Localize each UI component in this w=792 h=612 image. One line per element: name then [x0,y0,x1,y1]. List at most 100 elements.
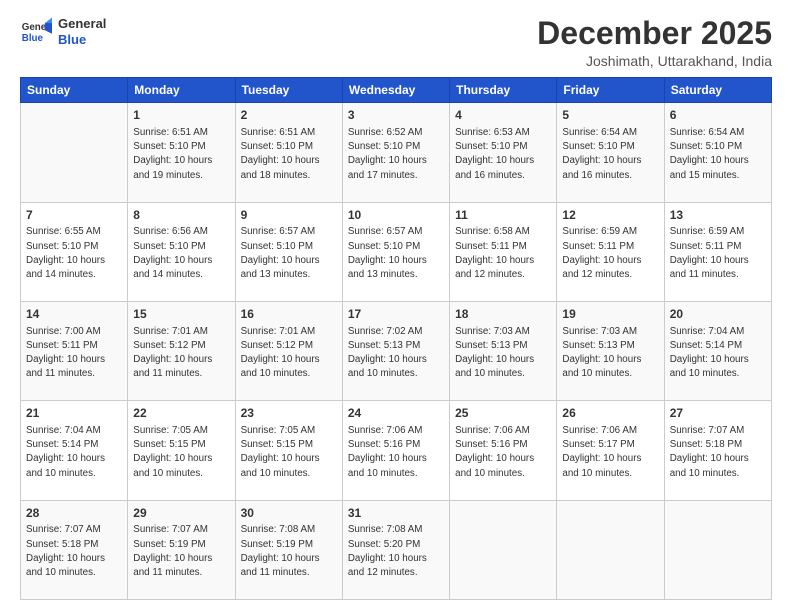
day-number: 30 [241,505,337,522]
calendar-cell: 28Sunrise: 7:07 AMSunset: 5:18 PMDayligh… [21,500,128,599]
day-info: Sunrise: 6:52 AMSunset: 5:10 PMDaylight:… [348,126,444,183]
calendar-cell [450,500,557,599]
day-number: 25 [455,405,551,422]
calendar-cell: 12Sunrise: 6:59 AMSunset: 5:11 PMDayligh… [557,202,664,301]
day-number: 12 [562,207,658,224]
day-number: 16 [241,306,337,323]
calendar-cell [21,103,128,202]
weekday-header-saturday: Saturday [664,78,771,103]
day-info: Sunrise: 7:05 AMSunset: 5:15 PMDaylight:… [133,424,229,481]
day-number: 18 [455,306,551,323]
weekday-header-tuesday: Tuesday [235,78,342,103]
calendar-cell: 14 Sunrise: 7:00 AMSunset: 5:11 PMDayligh… [21,301,128,400]
day-number: 17 [348,306,444,323]
day-info: Sunrise: 6:51 AMSunset: 5:10 PMDaylight:… [133,126,229,183]
day-number: 22 [133,405,229,422]
calendar-cell: 16 Sunrise: 7:01 AMSunset: 5:12 PMDayligh… [235,301,342,400]
calendar-row: 14 Sunrise: 7:00 AMSunset: 5:11 PMDayligh… [21,301,772,400]
day-info: Sunrise: 7:06 AMSunset: 5:17 PMDaylight:… [562,424,658,481]
day-number: 10 [348,207,444,224]
day-number: 29 [133,505,229,522]
calendar-cell: 18 Sunrise: 7:03 AMSunset: 5:13 PMDayligh… [450,301,557,400]
day-number: 26 [562,405,658,422]
day-info: Sunrise: 6:53 AMSunset: 5:10 PMDaylight:… [455,126,551,183]
day-number: 4 [455,107,551,124]
day-info: Sunrise: 7:03 AMSunset: 5:13 PMDaylight:… [455,325,551,382]
day-info: Sunrise: 6:58 AMSunset: 5:11 PMDaylight:… [455,225,551,282]
calendar-cell: 24Sunrise: 7:06 AMSunset: 5:16 PMDayligh… [342,401,449,500]
day-info: Sunrise: 7:01 AMSunset: 5:12 PMDaylight:… [241,325,337,382]
header: General Blue General Blue December 2025 … [20,16,772,69]
day-number: 14 [26,306,122,323]
day-info: Sunrise: 6:59 AMSunset: 5:11 PMDaylight:… [670,225,766,282]
calendar-cell: 2Sunrise: 6:51 AMSunset: 5:10 PMDaylight… [235,103,342,202]
calendar-cell: 21 Sunrise: 7:04 AMSunset: 5:14 PMDayligh… [21,401,128,500]
calendar-cell: 19 Sunrise: 7:03 AMSunset: 5:13 PMDayligh… [557,301,664,400]
calendar-cell: 20Sunrise: 7:04 AMSunset: 5:14 PMDayligh… [664,301,771,400]
calendar-cell: 22 Sunrise: 7:05 AMSunset: 5:15 PMDayligh… [128,401,235,500]
day-info: Sunrise: 7:07 AMSunset: 5:18 PMDaylight:… [26,523,122,580]
svg-text:Blue: Blue [22,33,44,44]
title-block: December 2025 Joshimath, Uttarakhand, In… [537,16,772,69]
day-number: 21 [26,405,122,422]
logo: General Blue General Blue [20,16,106,48]
day-info: Sunrise: 7:03 AMSunset: 5:13 PMDaylight:… [562,325,658,382]
day-number: 19 [562,306,658,323]
day-info: Sunrise: 6:54 AMSunset: 5:10 PMDaylight:… [562,126,658,183]
calendar-cell: 1 Sunrise: 6:51 AMSunset: 5:10 PMDaylight… [128,103,235,202]
calendar-cell: 26 Sunrise: 7:06 AMSunset: 5:17 PMDayligh… [557,401,664,500]
calendar-cell: 27 Sunrise: 7:07 AMSunset: 5:18 PMDayligh… [664,401,771,500]
day-info: Sunrise: 6:54 AMSunset: 5:10 PMDaylight:… [670,126,766,183]
day-info: Sunrise: 6:57 AMSunset: 5:10 PMDaylight:… [348,225,444,282]
day-number: 24 [348,405,444,422]
day-number: 1 [133,107,229,124]
day-info: Sunrise: 6:56 AMSunset: 5:10 PMDaylight:… [133,225,229,282]
day-info: Sunrise: 6:57 AMSunset: 5:10 PMDaylight:… [241,225,337,282]
calendar-cell [557,500,664,599]
weekday-header-wednesday: Wednesday [342,78,449,103]
day-number: 28 [26,505,122,522]
main-title: December 2025 [537,16,772,51]
calendar-cell [664,500,771,599]
weekday-header-row: SundayMondayTuesdayWednesdayThursdayFrid… [21,78,772,103]
day-info: Sunrise: 7:07 AMSunset: 5:18 PMDaylight:… [670,424,766,481]
weekday-header-monday: Monday [128,78,235,103]
calendar-cell: 8Sunrise: 6:56 AMSunset: 5:10 PMDaylight… [128,202,235,301]
calendar-cell: 10Sunrise: 6:57 AMSunset: 5:10 PMDayligh… [342,202,449,301]
page: General Blue General Blue December 2025 … [0,0,792,612]
calendar-cell: 17Sunrise: 7:02 AMSunset: 5:13 PMDayligh… [342,301,449,400]
calendar-row: 28Sunrise: 7:07 AMSunset: 5:18 PMDayligh… [21,500,772,599]
day-number: 6 [670,107,766,124]
day-number: 7 [26,207,122,224]
day-number: 23 [241,405,337,422]
day-number: 15 [133,306,229,323]
day-info: Sunrise: 7:05 AMSunset: 5:15 PMDaylight:… [241,424,337,481]
sub-title: Joshimath, Uttarakhand, India [537,53,772,69]
calendar-cell: 30Sunrise: 7:08 AMSunset: 5:19 PMDayligh… [235,500,342,599]
weekday-header-thursday: Thursday [450,78,557,103]
day-info: Sunrise: 6:59 AMSunset: 5:11 PMDaylight:… [562,225,658,282]
calendar-row: 21 Sunrise: 7:04 AMSunset: 5:14 PMDayligh… [21,401,772,500]
calendar-table: SundayMondayTuesdayWednesdayThursdayFrid… [20,77,772,600]
day-info: Sunrise: 7:07 AMSunset: 5:19 PMDaylight:… [133,523,229,580]
day-number: 13 [670,207,766,224]
day-info: Sunrise: 7:08 AMSunset: 5:19 PMDaylight:… [241,523,337,580]
logo-blue-text: Blue [58,32,106,48]
calendar-cell: 11Sunrise: 6:58 AMSunset: 5:11 PMDayligh… [450,202,557,301]
day-info: Sunrise: 7:06 AMSunset: 5:16 PMDaylight:… [455,424,551,481]
weekday-header-friday: Friday [557,78,664,103]
day-number: 2 [241,107,337,124]
calendar-cell: 25 Sunrise: 7:06 AMSunset: 5:16 PMDayligh… [450,401,557,500]
calendar-cell: 15Sunrise: 7:01 AMSunset: 5:12 PMDayligh… [128,301,235,400]
weekday-header-sunday: Sunday [21,78,128,103]
day-number: 20 [670,306,766,323]
day-number: 3 [348,107,444,124]
day-info: Sunrise: 7:00 AMSunset: 5:11 PMDaylight:… [26,325,122,382]
day-number: 11 [455,207,551,224]
day-number: 27 [670,405,766,422]
calendar-cell: 23 Sunrise: 7:05 AMSunset: 5:15 PMDayligh… [235,401,342,500]
logo-general-text: General [58,16,106,32]
day-info: Sunrise: 7:04 AMSunset: 5:14 PMDaylight:… [26,424,122,481]
day-number: 8 [133,207,229,224]
day-info: Sunrise: 6:55 AMSunset: 5:10 PMDaylight:… [26,225,122,282]
